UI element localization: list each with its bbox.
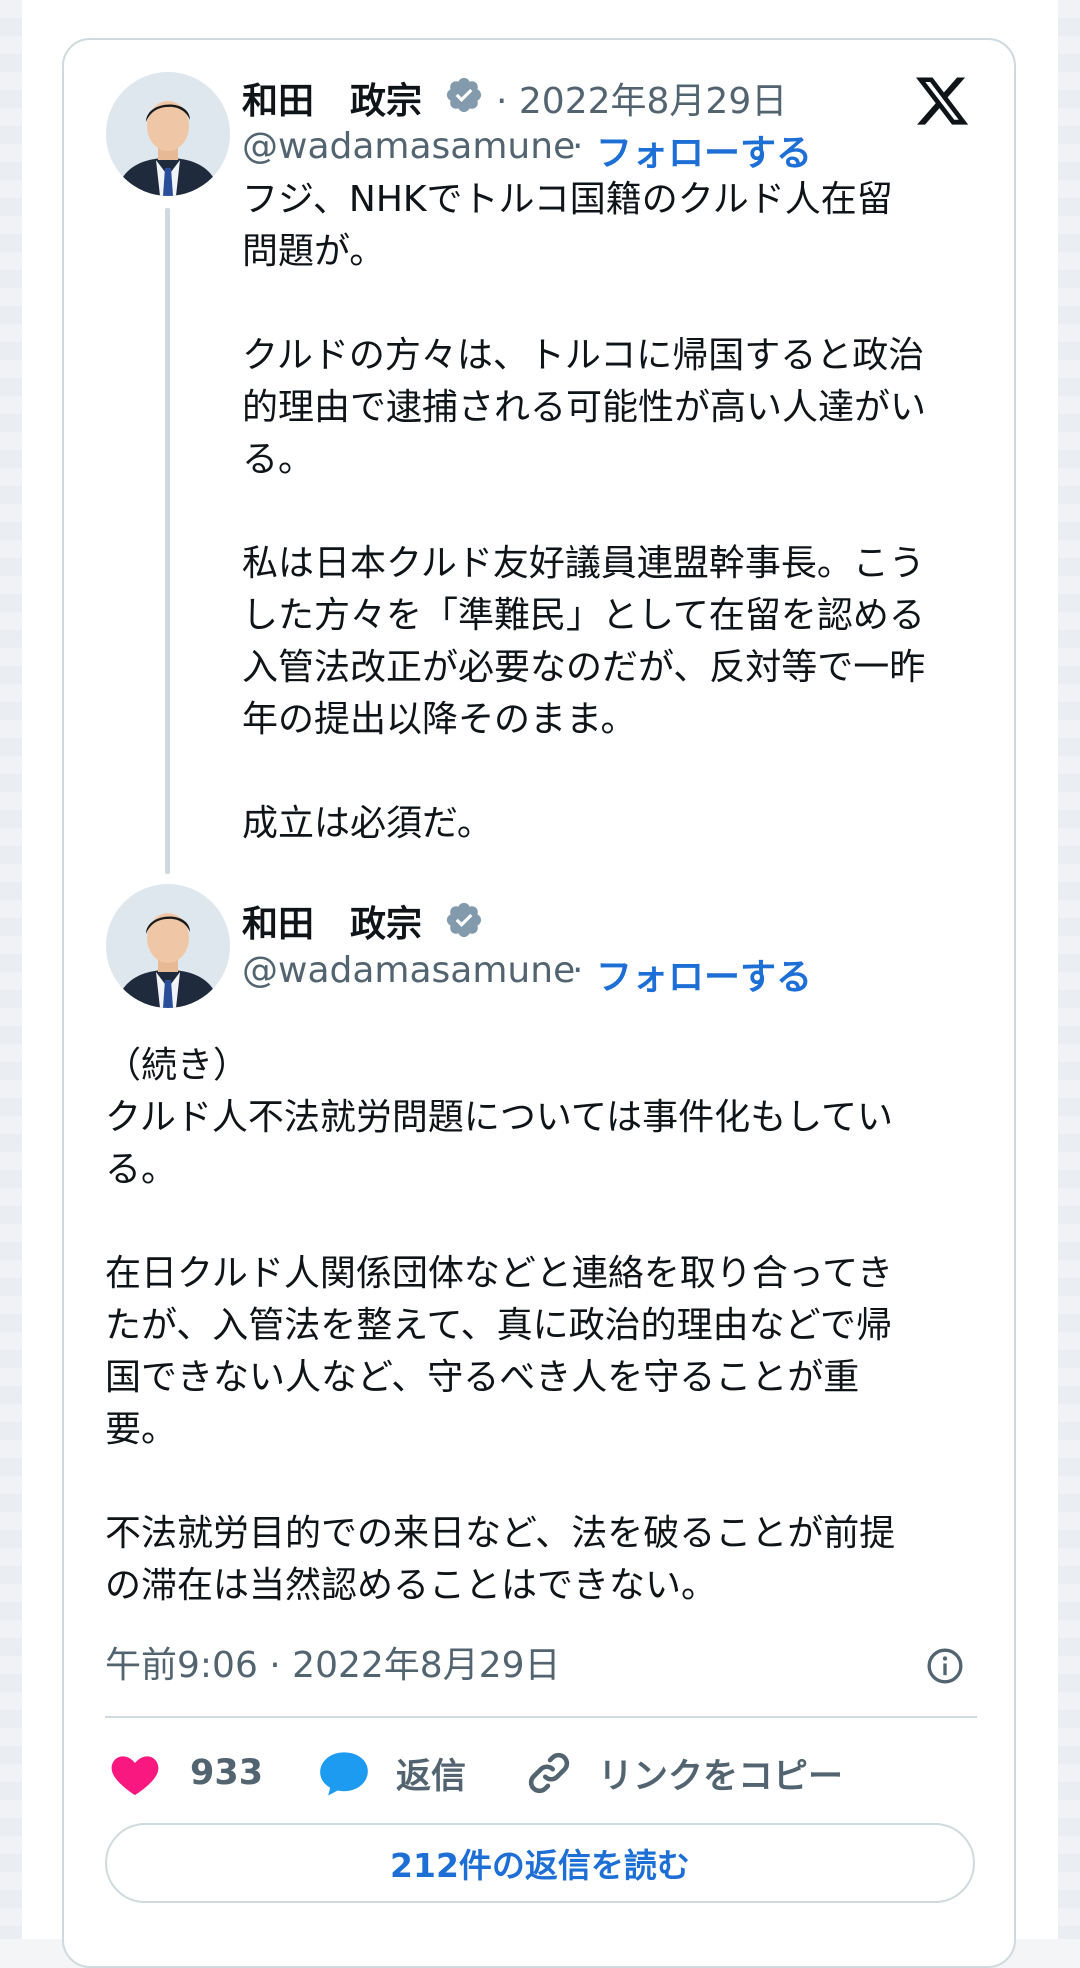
like-button[interactable]: 933 [110, 1748, 263, 1798]
thread-connector-line [165, 208, 170, 874]
like-count: 933 [190, 1753, 264, 1793]
separator-dot: · [572, 126, 584, 167]
tweet-body-text: （続き） クルド人不法就労問題については事件化もしてい る。 在日クルド人関係団… [105, 1045, 896, 1606]
author-name[interactable]: 和田 政宗 [242, 72, 422, 124]
tweet-date[interactable]: · 2022年8月29日 [496, 72, 787, 124]
divider [105, 1716, 977, 1718]
avatar[interactable] [106, 884, 230, 1008]
avatar-portrait-image [106, 72, 230, 196]
avatar-portrait-image [106, 884, 230, 1008]
heart-icon [111, 1756, 159, 1796]
copy-link-label: リンクをコピー [598, 1756, 844, 1797]
author-name[interactable]: 和田 政宗 [242, 895, 422, 947]
page-background-right [1058, 0, 1080, 1939]
reply-label: 返信 [396, 1756, 467, 1797]
follow-link[interactable]: フォローする [596, 124, 812, 176]
reply-bubble-icon [320, 1752, 368, 1796]
verified-badge-icon [446, 902, 482, 938]
tweet-timestamp[interactable]: 午前9:06 · 2022年8月29日 [105, 1636, 561, 1688]
avatar[interactable] [106, 72, 230, 196]
read-replies-button[interactable]: 212件の返信を読む [105, 1823, 975, 1903]
copy-link-button[interactable]: リンクをコピー [524, 1748, 843, 1798]
info-icon[interactable] [925, 1646, 965, 1686]
tweet-body-text: フジ、NHKでトルコ国籍のクルド人在留 問題が。 クルドの方々は、トルコに帰国す… [242, 179, 927, 844]
link-icon [528, 1752, 570, 1794]
x-logo-icon[interactable] [912, 72, 972, 130]
page-background-left [0, 0, 22, 1939]
reply-button[interactable]: 返信 [318, 1748, 466, 1798]
separator-dot: · [572, 950, 584, 991]
follow-link[interactable]: フォローする [596, 948, 812, 1000]
author-handle[interactable]: @wadamasamune [242, 950, 575, 991]
verified-badge-icon [446, 77, 482, 113]
author-handle[interactable]: @wadamasamune [242, 126, 575, 167]
